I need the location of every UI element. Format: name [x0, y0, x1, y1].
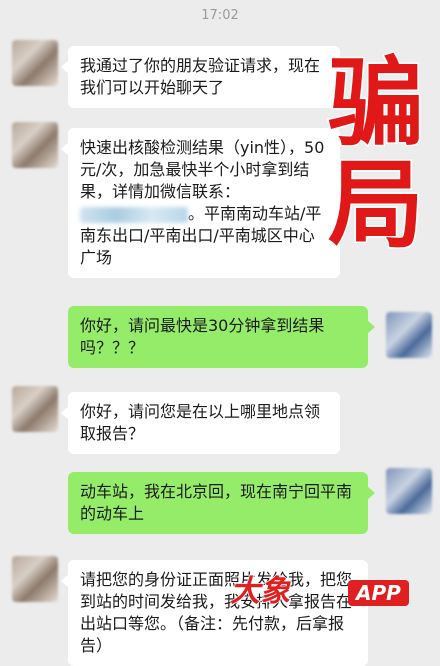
watermark-app-badge: APP — [348, 580, 409, 606]
contact-avatar[interactable] — [12, 386, 58, 432]
contact-avatar[interactable] — [12, 122, 58, 168]
app-watermark: 大象 APP — [229, 573, 436, 614]
chat-timestamp: 17:02 — [201, 8, 239, 23]
message-bubble-incoming[interactable]: 我通过了你的朋友验证请求，现在我们可以开始聊天了 — [61, 46, 340, 108]
message-bubble-outgoing[interactable]: 你好，请问最快是30分钟拿到结果吗？？？ — [68, 306, 375, 368]
message-text: 快速出核酸检测结果（yin性），50元/次，加急最快半个小时拿到结果，详情加微信… — [80, 138, 325, 201]
contact-avatar[interactable] — [12, 556, 58, 602]
message-text: 你好，请问最快是30分钟拿到结果吗？？？ — [80, 316, 325, 357]
message-text: 你好，请问您是在以上哪里地点领取报告？ — [80, 402, 321, 443]
redacted-wechat-id — [80, 206, 188, 223]
self-avatar[interactable] — [386, 312, 432, 358]
contact-avatar[interactable] — [12, 40, 58, 86]
message-bubble-outgoing[interactable]: 动车站，我在北京回，现在南宁回平南的动车上 — [68, 472, 375, 534]
message-bubble-incoming[interactable]: 你好，请问您是在以上哪里地点领取报告？ — [61, 392, 340, 454]
scam-warning-stamp: 骗局 — [327, 47, 426, 261]
watermark-logo: 大象 — [229, 573, 291, 610]
message-bubble-incoming[interactable]: 快速出核酸检测结果（yin性），50元/次，加急最快半个小时拿到结果，详情加微信… — [61, 128, 340, 278]
message-text: 动车站，我在北京回，现在南宁回平南的动车上 — [80, 482, 353, 523]
self-avatar[interactable] — [386, 468, 432, 514]
message-text: 我通过了你的朋友验证请求，现在我们可以开始聊天了 — [80, 56, 321, 97]
